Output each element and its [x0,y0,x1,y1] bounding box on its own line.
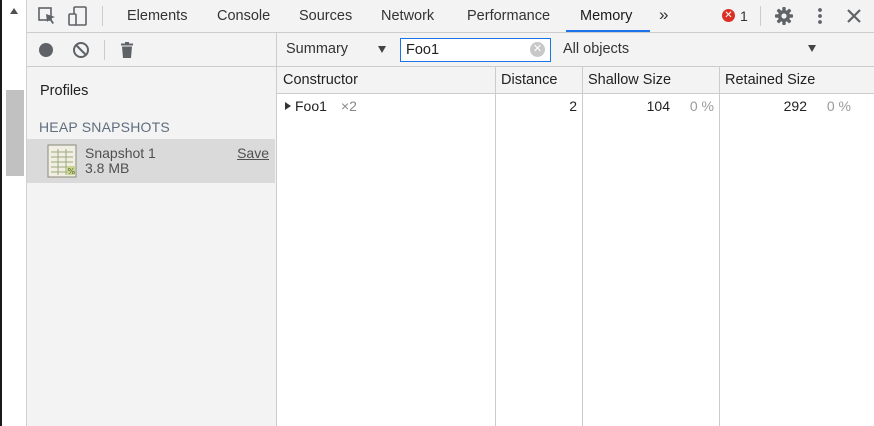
tab-memory[interactable]: Memory [580,0,632,32]
window-edge [0,0,2,426]
tab-performance[interactable]: Performance [467,0,550,32]
snapshot-item[interactable]: % Snapshot 1 3.8 MB Save [27,139,275,183]
column-divider[interactable] [719,67,720,426]
expand-arrow-icon[interactable] [285,102,291,110]
close-devtools-icon[interactable] [843,6,865,26]
table-row[interactable]: Foo1 ×2 2 104 0 % 292 0 % [277,94,874,118]
svg-text:%: % [68,167,76,176]
snapshot-name: Snapshot 1 [85,145,156,161]
snapshot-size: 3.8 MB [85,160,130,176]
perspective-select[interactable]: Summary [286,33,348,66]
shallow-size-value: 104 [646,98,670,114]
error-icon[interactable]: ✕ [722,9,735,22]
device-toolbar-icon[interactable] [67,6,89,26]
toolbar-divider [104,40,105,60]
chevron-down-icon[interactable] [808,45,816,52]
column-shallow-size[interactable]: Shallow Size [588,67,671,94]
column-divider[interactable] [495,67,496,426]
column-divider[interactable] [582,67,583,426]
devtools-tabbar: Elements Console Sources Network Perform… [27,0,874,33]
object-filter-select[interactable]: All objects [563,33,629,66]
chevron-down-icon[interactable] [378,46,386,53]
tab-console[interactable]: Console [217,0,270,32]
active-tab-indicator [566,30,650,32]
grid-header: Constructor Distance Shallow Size Retain… [277,67,874,94]
constructor-name: Foo1 [295,98,327,114]
distance-value: 2 [569,98,577,114]
more-options-icon[interactable] [809,6,831,26]
trash-icon[interactable] [118,41,136,59]
record-icon[interactable] [37,41,55,59]
toolbar-divider [102,6,103,26]
shallow-size-percent: 0 % [689,98,714,114]
settings-gear-icon[interactable] [773,6,795,26]
retained-size-value: 292 [783,98,807,114]
snapshot-toolbar: Summary ✕ All objects [277,33,874,67]
column-retained-size[interactable]: Retained Size [725,67,815,94]
clear-all-icon[interactable] [72,41,90,59]
page-strip [0,0,27,426]
class-filter-input[interactable] [400,38,551,62]
inspect-element-icon[interactable] [37,6,59,26]
profiles-toolbar [27,33,276,67]
instance-count: ×2 [341,98,357,114]
profiles-sidebar: Profiles HEAP SNAPSHOTS % Snapshot 1 3.8… [27,67,276,426]
heap-snapshots-heading: HEAP SNAPSHOTS [39,119,170,135]
heap-data-grid: Constructor Distance Shallow Size Retain… [277,67,874,426]
tab-sources[interactable]: Sources [299,0,352,32]
tab-elements[interactable]: Elements [127,0,187,32]
tab-network[interactable]: Network [381,0,434,32]
error-count[interactable]: 1 [740,0,748,32]
page-scrollbar-thumb[interactable] [6,90,24,176]
heap-snapshot-icon: % [47,144,77,178]
column-distance[interactable]: Distance [501,67,557,94]
profiles-heading: Profiles [40,83,89,99]
save-snapshot-link[interactable]: Save [237,145,269,161]
column-constructor[interactable]: Constructor [283,67,358,94]
more-tabs-button[interactable]: » [659,0,668,32]
scroll-up-icon[interactable] [10,8,18,14]
toolbar-divider [760,6,761,26]
retained-size-percent: 0 % [826,98,851,114]
clear-filter-icon[interactable]: ✕ [530,42,545,57]
